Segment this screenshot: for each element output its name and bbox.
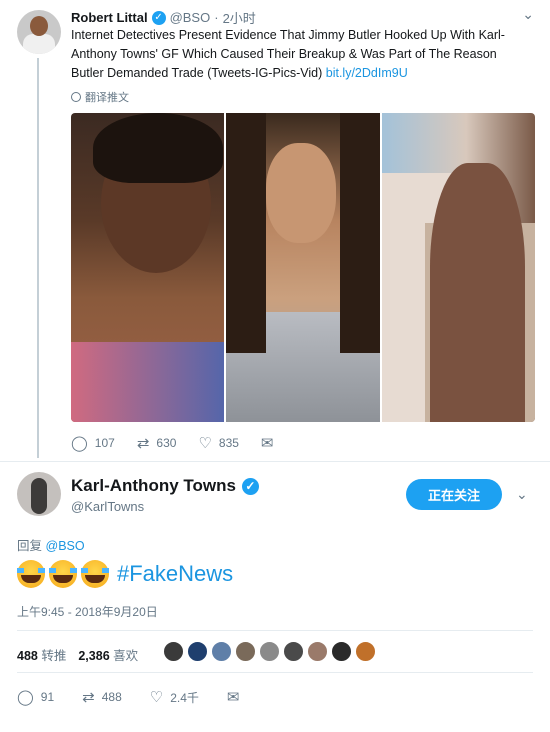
reply-button[interactable]: ◯ 91 <box>17 688 54 706</box>
chevron-down-icon[interactable]: ⌄ <box>522 6 534 23</box>
avatar-karl-anthony-towns[interactable] <box>17 472 61 516</box>
photo-3[interactable] <box>381 113 535 422</box>
liker-avatars <box>163 641 376 662</box>
liker-avatar[interactable] <box>283 641 304 662</box>
message-button[interactable]: ✉ <box>261 434 274 452</box>
like-button[interactable]: ♡ 835 <box>198 434 238 452</box>
reply-to-line: 回复 @BSO <box>17 539 85 553</box>
hashtag-link[interactable]: #FakeNews <box>117 561 233 587</box>
message-button[interactable]: ✉ <box>227 688 240 706</box>
heart-icon: ♡ <box>198 435 212 452</box>
liker-avatar[interactable] <box>259 641 280 662</box>
like-button[interactable]: ♡ 2.4千 <box>150 688 199 706</box>
retweet-icon: ⇄ <box>136 435 150 452</box>
heart-icon: ♡ <box>149 689 164 706</box>
thread-line <box>37 58 39 458</box>
verified-badge-icon: ✓ <box>151 10 166 25</box>
reply-button[interactable]: ◯ 107 <box>71 434 115 452</box>
author-handle[interactable]: @BSO <box>170 10 211 25</box>
reply-to-handle[interactable]: @BSO <box>46 539 85 553</box>
chevron-down-icon[interactable]: ⌄ <box>516 486 528 503</box>
liker-avatar[interactable] <box>211 641 232 662</box>
retweet-stat[interactable]: 488 转推 <box>17 645 66 664</box>
retweet-button[interactable]: ⇄ 630 <box>137 434 177 452</box>
separator-dot: · <box>214 10 219 25</box>
divider <box>0 461 550 462</box>
retweet-button[interactable]: ⇄ 488 <box>82 688 122 706</box>
avatar-robert-littal[interactable] <box>17 10 61 54</box>
tweet-page: Robert Littal ✓ @BSO · 2小时 ⌄ Internet De… <box>0 0 550 732</box>
tears-of-joy-emoji-icon <box>17 560 45 588</box>
quoted-tweet-header: Robert Littal ✓ @BSO · 2小时 <box>71 8 256 27</box>
tweet-link[interactable]: bit.ly/2DdIm9U <box>326 66 408 80</box>
retweet-icon: ⇄ <box>82 689 95 706</box>
translate-tweet[interactable]: 翻译推文 <box>71 89 129 105</box>
photo-1[interactable] <box>71 113 225 422</box>
tweet-timestamp[interactable]: 上午9:45 - 2018年9月20日 <box>17 603 158 620</box>
liker-avatar[interactable] <box>307 641 328 662</box>
globe-icon <box>71 92 81 102</box>
envelope-icon: ✉ <box>260 435 274 452</box>
reply-icon: ◯ <box>71 435 88 452</box>
liker-avatar[interactable] <box>187 641 208 662</box>
like-stat[interactable]: 2,386 喜欢 <box>78 645 138 664</box>
tears-of-joy-emoji-icon <box>81 560 109 588</box>
following-button[interactable]: 正在关注 <box>406 479 502 510</box>
tears-of-joy-emoji-icon <box>49 560 77 588</box>
envelope-icon: ✉ <box>226 689 240 706</box>
main-author-handle[interactable]: @KarlTowns <box>71 499 144 514</box>
liker-avatar[interactable] <box>331 641 352 662</box>
tweet-time[interactable]: 2小时 <box>223 8 256 27</box>
quoted-tweet-actions: ◯ 107 ⇄ 630 ♡ 835 ✉ <box>71 434 274 452</box>
divider <box>17 672 533 673</box>
main-tweet-text: #FakeNews <box>17 560 233 588</box>
main-author-name[interactable]: Karl-Anthony Towns ✓ <box>71 476 259 496</box>
verified-badge-icon: ✓ <box>241 477 259 495</box>
liker-avatar[interactable] <box>355 641 376 662</box>
quoted-tweet-text: Internet Detectives Present Evidence Tha… <box>71 28 505 80</box>
photo-grid <box>71 113 535 422</box>
liker-avatar[interactable] <box>163 641 184 662</box>
reply-icon: ◯ <box>17 689 34 706</box>
divider <box>17 630 533 631</box>
author-name[interactable]: Robert Littal <box>71 10 148 25</box>
engagement-stats: 488 转推 2,386 喜欢 <box>17 645 138 664</box>
liker-avatar[interactable] <box>235 641 256 662</box>
photo-2[interactable] <box>226 113 380 422</box>
main-tweet-actions: ◯ 91 ⇄ 488 ♡ 2.4千 ✉ <box>17 688 239 706</box>
